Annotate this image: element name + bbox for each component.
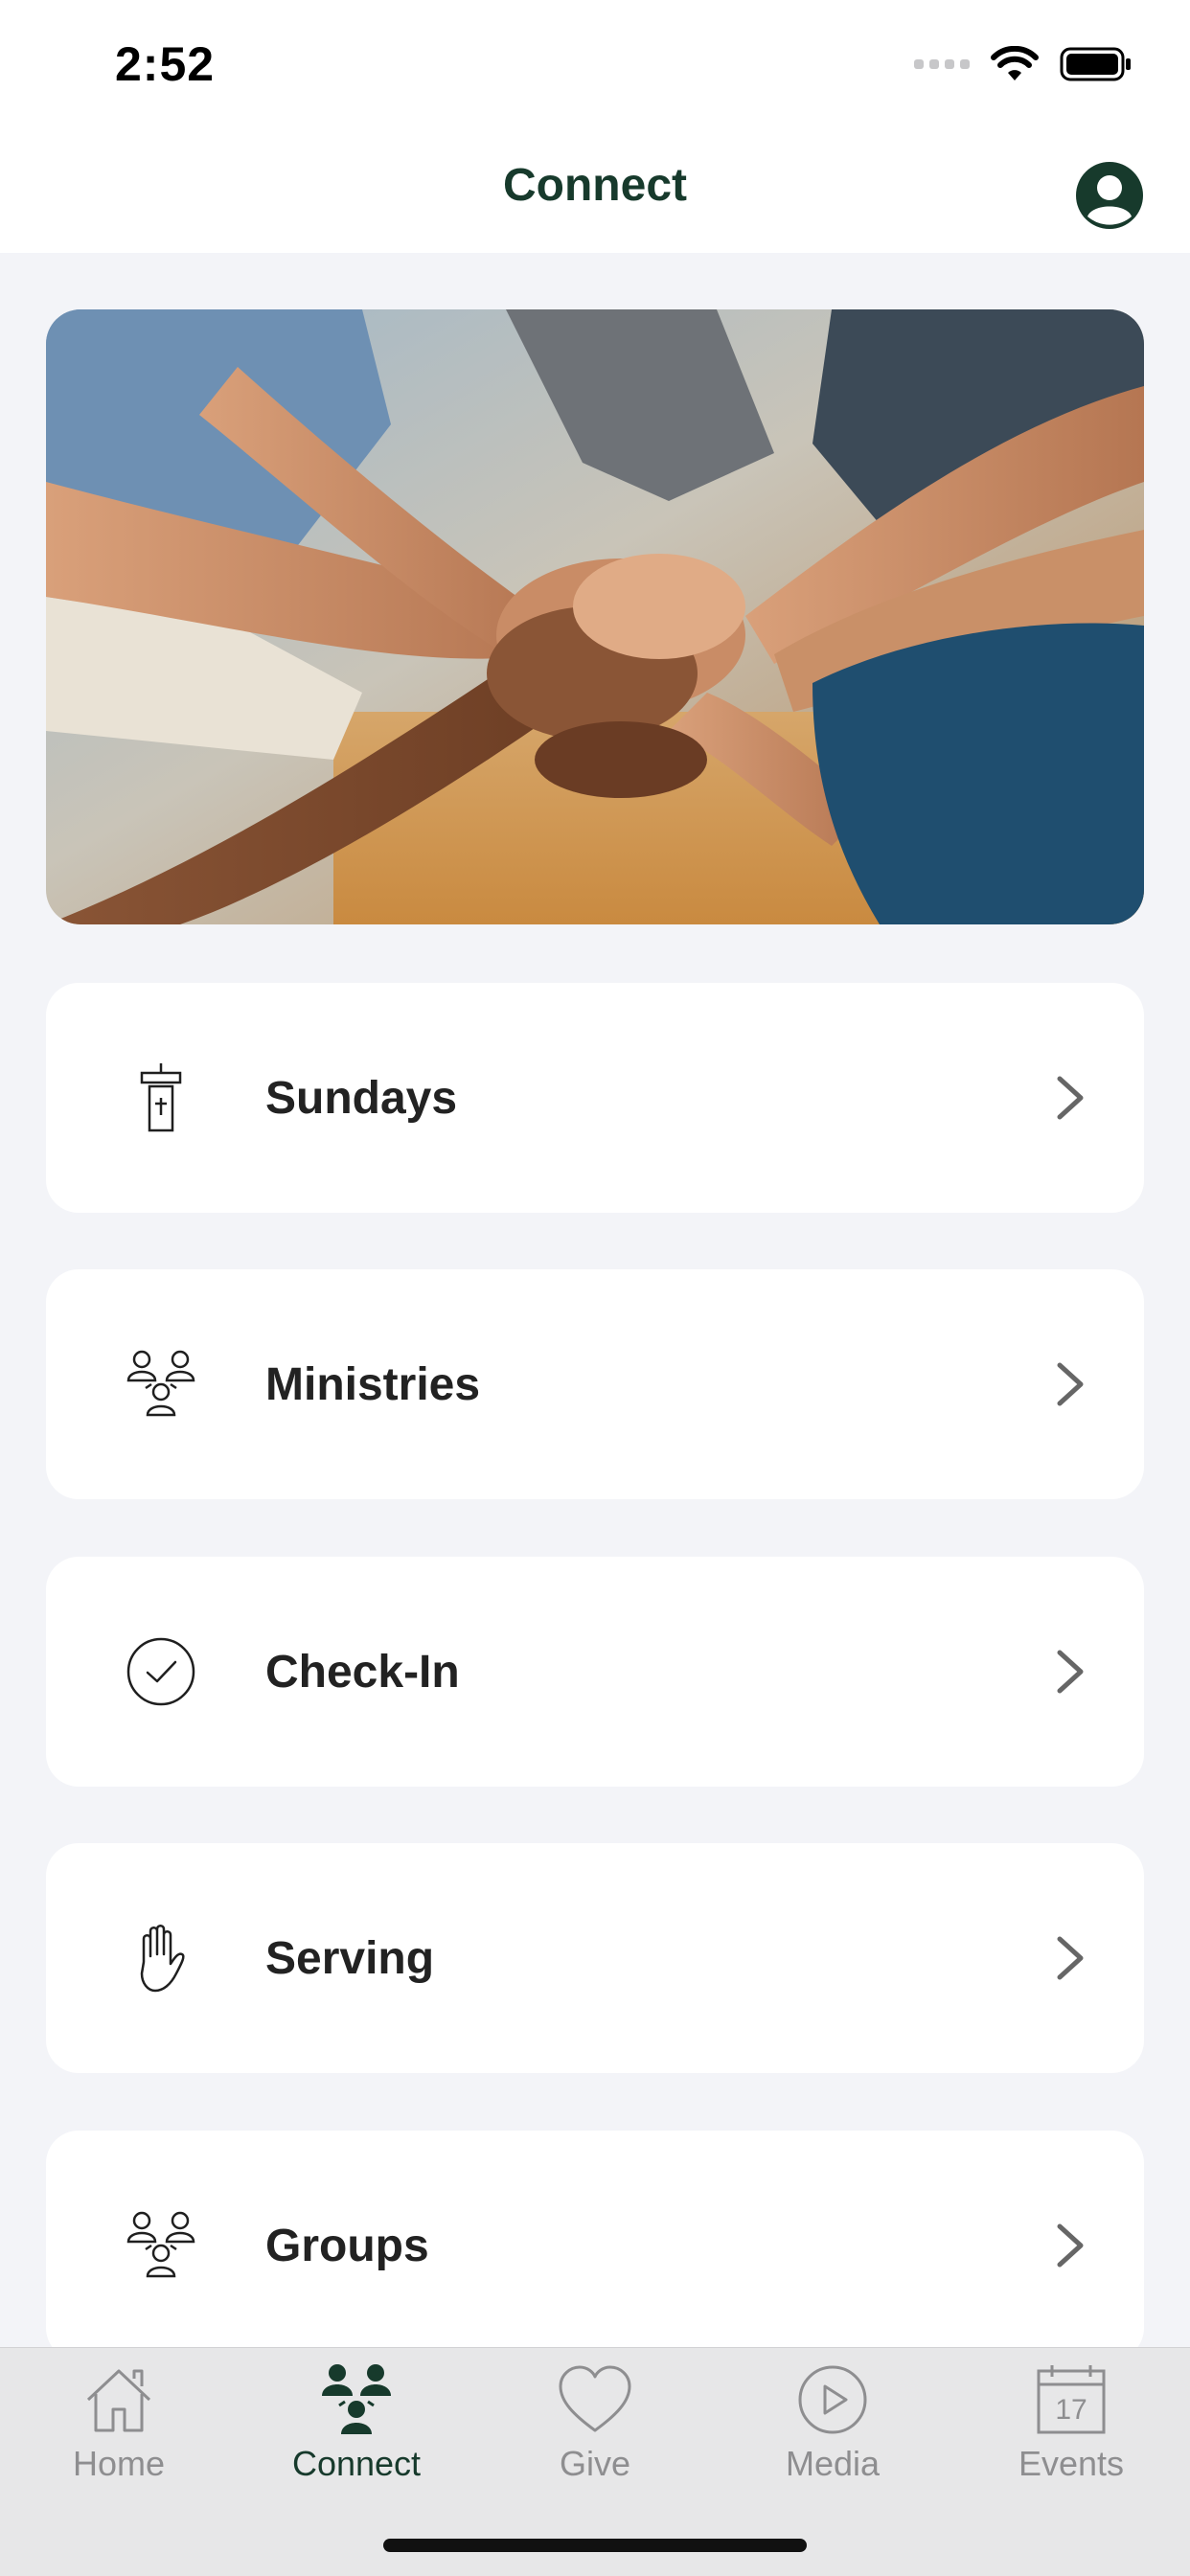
tab-media[interactable]: Media bbox=[714, 2348, 951, 2501]
page-title: Connect bbox=[503, 160, 687, 211]
status-time: 2:52 bbox=[115, 37, 216, 91]
play-circle-icon bbox=[798, 2365, 867, 2434]
menu-item-label: Ministries bbox=[265, 1358, 481, 1410]
menu-item-sundays[interactable]: Sundays bbox=[46, 983, 1144, 1213]
menu-item-serving[interactable]: Serving bbox=[46, 1843, 1144, 2073]
calendar-icon: 17 bbox=[1037, 2365, 1106, 2434]
check-circle-icon bbox=[126, 1637, 195, 1706]
menu-item-label: Serving bbox=[265, 1932, 435, 1984]
status-icons bbox=[914, 46, 1133, 82]
top-bar: 2:52 Connect bbox=[0, 0, 1190, 253]
tab-label: Give bbox=[559, 2444, 631, 2483]
podium-icon bbox=[140, 1063, 182, 1132]
battery-icon bbox=[1060, 47, 1131, 81]
hands-together-photo bbox=[46, 309, 1144, 924]
tab-label: Home bbox=[72, 2444, 166, 2483]
profile-icon[interactable] bbox=[1075, 161, 1144, 230]
people-group-icon bbox=[322, 2364, 391, 2434]
tab-connect[interactable]: Connect bbox=[238, 2348, 475, 2501]
calendar-day: 17 bbox=[1055, 2394, 1087, 2426]
home-indicator bbox=[383, 2539, 807, 2552]
heart-icon bbox=[559, 2365, 631, 2432]
chevron-right-icon bbox=[1057, 2223, 1084, 2268]
menu-item-label: Sundays bbox=[265, 1072, 458, 1124]
menu-item-check-in[interactable]: Check-In bbox=[46, 1557, 1144, 1787]
cellular-signal-icon bbox=[914, 59, 970, 69]
chevron-right-icon bbox=[1057, 1362, 1084, 1406]
menu-item-groups[interactable]: Groups bbox=[46, 2131, 1144, 2360]
tab-home[interactable]: Home bbox=[0, 2348, 238, 2501]
tab-label: Events bbox=[1018, 2444, 1125, 2483]
people-group-icon bbox=[126, 1350, 195, 1417]
chevron-right-icon bbox=[1057, 1936, 1084, 1980]
tab-label: Connect bbox=[291, 2444, 422, 2483]
hero-image bbox=[46, 309, 1144, 924]
tab-events[interactable]: 17 Events bbox=[952, 2348, 1190, 2501]
menu-item-label: Groups bbox=[265, 2220, 429, 2271]
hand-icon bbox=[140, 1925, 185, 1993]
menu-item-label: Check-In bbox=[265, 1646, 460, 1698]
chevron-right-icon bbox=[1057, 1650, 1084, 1694]
chevron-right-icon bbox=[1057, 1076, 1084, 1120]
people-group-icon bbox=[126, 2211, 195, 2278]
house-icon bbox=[86, 2369, 151, 2432]
menu-item-ministries[interactable]: Ministries bbox=[46, 1269, 1144, 1499]
tab-give[interactable]: Give bbox=[476, 2348, 714, 2501]
tab-label: Media bbox=[785, 2444, 881, 2483]
wifi-icon bbox=[991, 46, 1039, 80]
